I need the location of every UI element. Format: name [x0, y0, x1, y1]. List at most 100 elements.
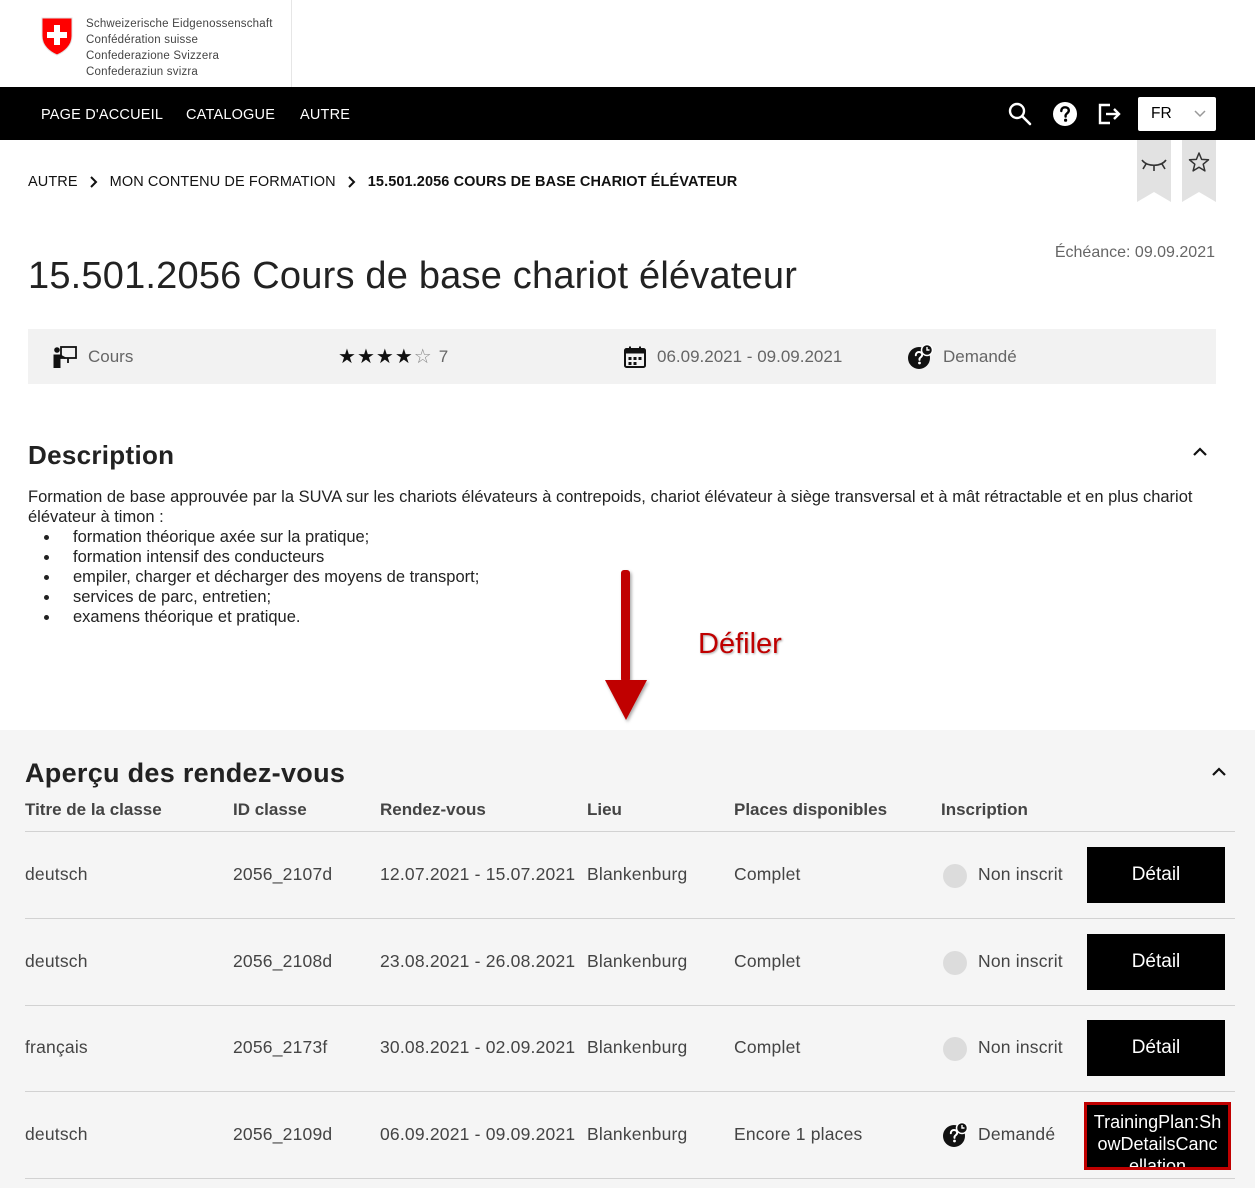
cell-seats: Complet — [734, 864, 801, 884]
cell-place: Blankenburg — [587, 864, 688, 884]
cell-dates: 30.08.2021 - 02.09.2021 — [380, 1037, 576, 1057]
brand-line: Confederaziun svizra — [86, 66, 199, 78]
brand-line: Confederazione Svizzera — [86, 50, 220, 62]
cell-dates: 12.07.2021 - 15.07.2021 — [380, 864, 576, 884]
show-details-cancellation-button[interactable]: TrainingPlan:ShowDetailsCancellation — [1084, 1102, 1231, 1170]
meta-status-label: Demandé — [943, 346, 1017, 366]
pending-status-icon — [908, 343, 933, 369]
status-not-registered-icon — [943, 864, 967, 888]
list-item: services de parc, entretien; — [44, 587, 479, 607]
meta-dates: 06.09.2021 - 09.09.2021 — [623, 329, 842, 384]
column-header-title: Titre de la classe — [25, 800, 162, 819]
cell-dates: 06.09.2021 - 09.09.2021 — [380, 1124, 576, 1144]
nav-catalogue[interactable]: CATALOGUE — [186, 87, 275, 140]
swiss-coat-of-arms-icon — [41, 17, 73, 56]
star-filled-icon: ★ — [338, 346, 357, 368]
brand-line: Confédération suisse — [86, 34, 199, 46]
cell-status: Demandé — [978, 1124, 1056, 1144]
divider — [25, 1005, 1235, 1006]
scroll-down-arrow-icon — [605, 570, 647, 720]
favorite-ribbon-button[interactable] — [1182, 140, 1216, 202]
cell-id: 2056_2108d — [233, 951, 333, 971]
course-teacher-icon — [53, 345, 77, 368]
cell-status: Non inscrit — [978, 864, 1063, 884]
column-header-id: ID classe — [233, 800, 307, 819]
divider — [25, 1091, 1235, 1092]
star-empty-icon: ☆ — [413, 346, 433, 368]
list-item: empiler, charger et décharger des moyens… — [44, 567, 479, 587]
main-navbar: PAGE D'ACCUEIL CATALOGUE AUTRE FR — [0, 87, 1255, 140]
breadcrumb: AUTRE MON CONTENU DE FORMATION 15.501.20… — [28, 172, 737, 192]
cell-place: Blankenburg — [587, 1124, 688, 1144]
breadcrumb-item-other[interactable]: AUTRE — [28, 174, 78, 190]
cell-title: deutsch — [25, 951, 88, 971]
column-header-seats: Places disponibles — [734, 800, 888, 819]
description-list: formation théorique axée sur la pratique… — [44, 527, 479, 627]
federal-brand[interactable]: Schweizerische Eidgenossenschaft Confédé… — [0, 0, 292, 87]
column-header-place: Lieu — [587, 800, 622, 819]
status-not-registered-icon — [943, 951, 967, 975]
brand-line: Schweizerische Eidgenossenschaft — [86, 18, 273, 30]
cell-place: Blankenburg — [587, 951, 688, 971]
language-select[interactable]: FR — [1138, 97, 1216, 131]
cell-status: Non inscrit — [978, 1037, 1063, 1057]
divider — [25, 1178, 1235, 1179]
description-text: Formation de base approuvée par la SUVA … — [28, 488, 1193, 526]
status-not-registered-icon — [943, 1037, 967, 1061]
hide-ribbon-button[interactable] — [1137, 140, 1171, 202]
description-heading: Description — [28, 440, 175, 470]
due-date: Échéance: 09.09.2021 — [1054, 244, 1215, 261]
list-item: formation théorique axée sur la pratique… — [44, 527, 479, 547]
list-item: formation intensif des conducteurs — [44, 547, 479, 567]
star-filled-icon: ★ — [375, 346, 395, 368]
divider — [25, 918, 1235, 919]
nav-other[interactable]: AUTRE — [300, 87, 350, 140]
cell-id: 2056_2173f — [233, 1037, 328, 1057]
calendar-icon — [624, 346, 646, 368]
help-icon[interactable] — [1052, 101, 1078, 127]
cell-status: Non inscrit — [978, 951, 1063, 971]
search-icon[interactable] — [1007, 101, 1033, 127]
chevron-up-icon[interactable] — [1210, 766, 1228, 778]
detail-button[interactable]: Détail — [1087, 1020, 1225, 1076]
column-header-dates: Rendez-vous — [380, 800, 486, 819]
list-item: examens théorique et pratique. — [44, 607, 479, 627]
star-filled-icon: ★ — [356, 346, 376, 368]
meta-status: Demandé — [907, 329, 1017, 384]
page-title: 15.501.2056 Cours de base chariot élévat… — [28, 255, 798, 297]
logout-icon[interactable] — [1096, 101, 1122, 127]
detail-button[interactable]: Détail — [1087, 934, 1225, 990]
cell-place: Blankenburg — [587, 1037, 688, 1057]
scroll-annotation: Défiler — [698, 628, 782, 660]
meta-type-label: Cours — [88, 346, 134, 366]
meta-type: Cours — [52, 329, 133, 384]
chevron-right-icon — [89, 176, 98, 188]
chevron-down-icon — [1194, 110, 1206, 118]
cell-seats: Complet — [734, 1037, 801, 1057]
rating-count: 7 — [438, 346, 449, 366]
rating-stars: ★★★★☆ — [338, 344, 433, 369]
federal-name: Schweizerische Eidgenossenschaft Confédé… — [86, 16, 273, 80]
cell-id: 2056_2109d — [233, 1124, 333, 1144]
language-value: FR — [1151, 105, 1172, 122]
cell-dates: 23.08.2021 - 26.08.2021 — [380, 951, 576, 971]
cell-title: deutsch — [25, 1124, 88, 1144]
star-filled-icon: ★ — [394, 346, 414, 368]
nav-home[interactable]: PAGE D'ACCUEIL — [41, 87, 163, 140]
chevron-right-icon — [348, 176, 356, 188]
detail-button[interactable]: Détail — [1087, 847, 1225, 903]
breadcrumb-item-my-content[interactable]: MON CONTENU DE FORMATION — [110, 174, 336, 190]
pending-status-icon — [943, 1122, 968, 1147]
course-meta-bar: Cours ★★★★☆ 7 06.09.2021 - 09.09.2021 De… — [28, 329, 1216, 384]
cell-title: deutsch — [25, 864, 88, 884]
cell-seats: Complet — [734, 951, 801, 971]
appointments-section: Aperçu des rendez-vous Titre de la class… — [0, 730, 1255, 1188]
meta-rating: ★★★★☆ 7 — [338, 329, 448, 384]
appointments-heading: Aperçu des rendez-vous — [25, 758, 346, 788]
cell-seats: Encore 1 places — [734, 1124, 863, 1144]
chevron-up-icon[interactable] — [1191, 446, 1209, 458]
breadcrumb-item-current: 15.501.2056 COURS DE BASE CHARIOT ÉLÉVAT… — [367, 174, 738, 190]
meta-dates-label: 06.09.2021 - 09.09.2021 — [657, 346, 843, 366]
divider — [25, 831, 1235, 832]
column-header-registration: Inscription — [941, 800, 1028, 819]
